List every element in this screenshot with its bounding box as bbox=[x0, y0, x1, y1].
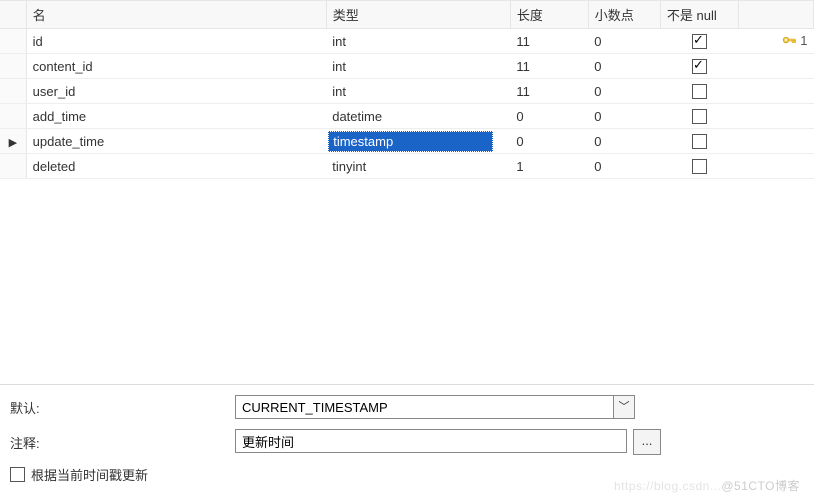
default-input[interactable] bbox=[235, 395, 613, 419]
header-marker bbox=[0, 1, 26, 29]
cell-name[interactable]: id bbox=[26, 29, 326, 54]
chevron-down-icon: ﹀ bbox=[619, 401, 630, 413]
row-marker: ▶ bbox=[0, 129, 26, 154]
on-update-checkbox[interactable] bbox=[10, 467, 25, 482]
header-name[interactable]: 名 bbox=[26, 1, 326, 29]
not-null-checkbox[interactable] bbox=[692, 134, 707, 149]
cell-decimals[interactable]: 0 bbox=[588, 129, 660, 154]
cell-name[interactable]: user_id bbox=[26, 79, 326, 104]
cell-type[interactable]: tinyint bbox=[326, 154, 510, 179]
cell-not-null[interactable] bbox=[660, 79, 738, 104]
cell-type[interactable]: datetime bbox=[326, 104, 510, 129]
cell-length[interactable]: 11 bbox=[510, 54, 588, 79]
on-update-label: 根据当前时间戳更新 bbox=[31, 465, 148, 484]
cell-key bbox=[739, 79, 814, 104]
comment-expand-button[interactable]: ... bbox=[633, 429, 661, 455]
cell-not-null[interactable] bbox=[660, 129, 738, 154]
cell-name[interactable]: add_time bbox=[26, 104, 326, 129]
header-not-null[interactable]: 不是 null bbox=[660, 1, 738, 29]
grid-blank-area bbox=[0, 179, 814, 385]
comment-label: 注释: bbox=[10, 433, 235, 452]
cell-decimals[interactable]: 0 bbox=[588, 104, 660, 129]
not-null-checkbox[interactable] bbox=[692, 34, 707, 49]
current-row-pointer-icon: ▶ bbox=[9, 138, 17, 149]
default-dropdown-button[interactable]: ﹀ bbox=[613, 395, 635, 419]
cell-decimals[interactable]: 0 bbox=[588, 54, 660, 79]
row-marker bbox=[0, 54, 26, 79]
cell-key: 1 bbox=[739, 29, 814, 54]
cell-key bbox=[739, 129, 814, 154]
field-details-panel: 默认: ﹀ 注释: ... 根据当前时间戳更新 bbox=[0, 385, 814, 484]
primary-key-icon: 1 bbox=[782, 33, 807, 48]
header-key bbox=[739, 1, 814, 29]
header-type[interactable]: 类型 bbox=[326, 1, 510, 29]
cell-key bbox=[739, 104, 814, 129]
not-null-checkbox[interactable] bbox=[692, 59, 707, 74]
cell-type[interactable]: int bbox=[326, 54, 510, 79]
default-label: 默认: bbox=[10, 398, 235, 417]
cell-not-null[interactable] bbox=[660, 54, 738, 79]
cell-type[interactable]: int bbox=[326, 79, 510, 104]
cell-not-null[interactable] bbox=[660, 154, 738, 179]
table-row[interactable]: deletedtinyint10 bbox=[0, 154, 814, 179]
cell-name[interactable]: update_time bbox=[26, 129, 326, 154]
watermark: https://blog.csdn...@51CTO博客 bbox=[614, 477, 800, 494]
cell-length[interactable]: 11 bbox=[510, 29, 588, 54]
table-row[interactable]: add_timedatetime00 bbox=[0, 104, 814, 129]
header-decimals[interactable]: 小数点 bbox=[588, 1, 660, 29]
not-null-checkbox[interactable] bbox=[692, 109, 707, 124]
cell-key bbox=[739, 54, 814, 79]
cell-name[interactable]: content_id bbox=[26, 54, 326, 79]
table-row[interactable]: ▶ update_timetimestamp 00 bbox=[0, 129, 814, 154]
cell-length[interactable]: 11 bbox=[510, 79, 588, 104]
columns-table[interactable]: 名 类型 长度 小数点 不是 null idint1101content_idi… bbox=[0, 0, 814, 179]
cell-length[interactable]: 1 bbox=[510, 154, 588, 179]
cell-name[interactable]: deleted bbox=[26, 154, 326, 179]
cell-not-null[interactable] bbox=[660, 104, 738, 129]
not-null-checkbox[interactable] bbox=[692, 84, 707, 99]
cell-type[interactable]: timestamp bbox=[326, 129, 510, 154]
cell-not-null[interactable] bbox=[660, 29, 738, 54]
row-marker bbox=[0, 29, 26, 54]
cell-decimals[interactable]: 0 bbox=[588, 154, 660, 179]
watermark-left: https://blog.csdn... bbox=[614, 479, 721, 493]
table-row[interactable]: idint110 1 bbox=[0, 29, 814, 54]
cell-length[interactable]: 0 bbox=[510, 104, 588, 129]
watermark-right: @51CTO博客 bbox=[721, 479, 800, 493]
cell-length[interactable]: 0 bbox=[510, 129, 588, 154]
row-marker bbox=[0, 79, 26, 104]
cell-key bbox=[739, 154, 814, 179]
row-marker bbox=[0, 154, 26, 179]
selected-type-cell[interactable]: timestamp bbox=[328, 131, 493, 152]
key-index-label: 1 bbox=[800, 33, 807, 48]
default-row: 默认: ﹀ bbox=[10, 395, 804, 419]
not-null-checkbox[interactable] bbox=[692, 159, 707, 174]
cell-type[interactable]: int bbox=[326, 29, 510, 54]
row-marker bbox=[0, 104, 26, 129]
table-row[interactable]: user_idint110 bbox=[0, 79, 814, 104]
comment-input[interactable] bbox=[235, 429, 627, 453]
default-combo[interactable]: ﹀ bbox=[235, 395, 635, 419]
table-row[interactable]: content_idint110 bbox=[0, 54, 814, 79]
cell-decimals[interactable]: 0 bbox=[588, 29, 660, 54]
columns-header-row: 名 类型 长度 小数点 不是 null bbox=[0, 1, 814, 29]
header-length[interactable]: 长度 bbox=[510, 1, 588, 29]
comment-row: 注释: ... bbox=[10, 429, 804, 455]
cell-decimals[interactable]: 0 bbox=[588, 79, 660, 104]
